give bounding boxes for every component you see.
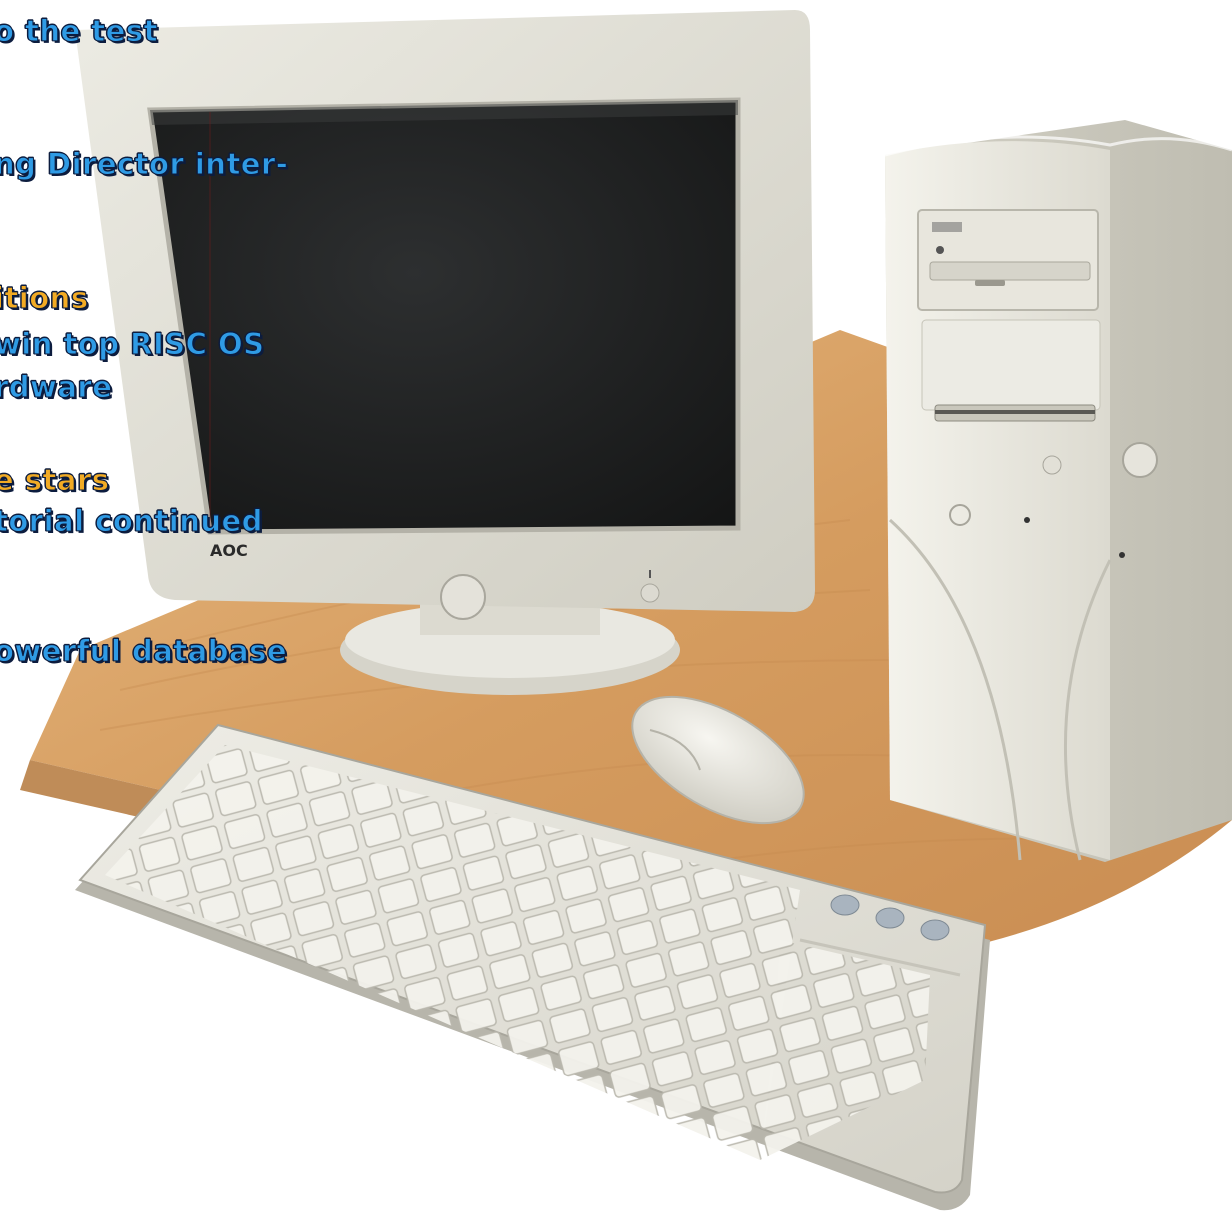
cover-line-hardware: rdware <box>0 370 113 404</box>
cover-line-stars: e stars <box>0 463 110 497</box>
cover-line-test: o the test <box>0 14 158 48</box>
computer-photo: AOC <box>20 10 1232 1211</box>
pc-tower <box>884 120 1232 862</box>
cover-line-win-risc: win top RISC OS <box>0 327 265 361</box>
monitor-stand <box>340 600 680 695</box>
cover-line-director: ng Director inter- <box>0 147 289 181</box>
cover-line-competitions: itions <box>0 281 89 315</box>
cover-line-tutorial: torial continued <box>0 504 263 538</box>
monitor-brand: AOC <box>210 541 248 560</box>
power-button <box>440 574 486 620</box>
cover-line-database: owerful database <box>0 634 288 668</box>
